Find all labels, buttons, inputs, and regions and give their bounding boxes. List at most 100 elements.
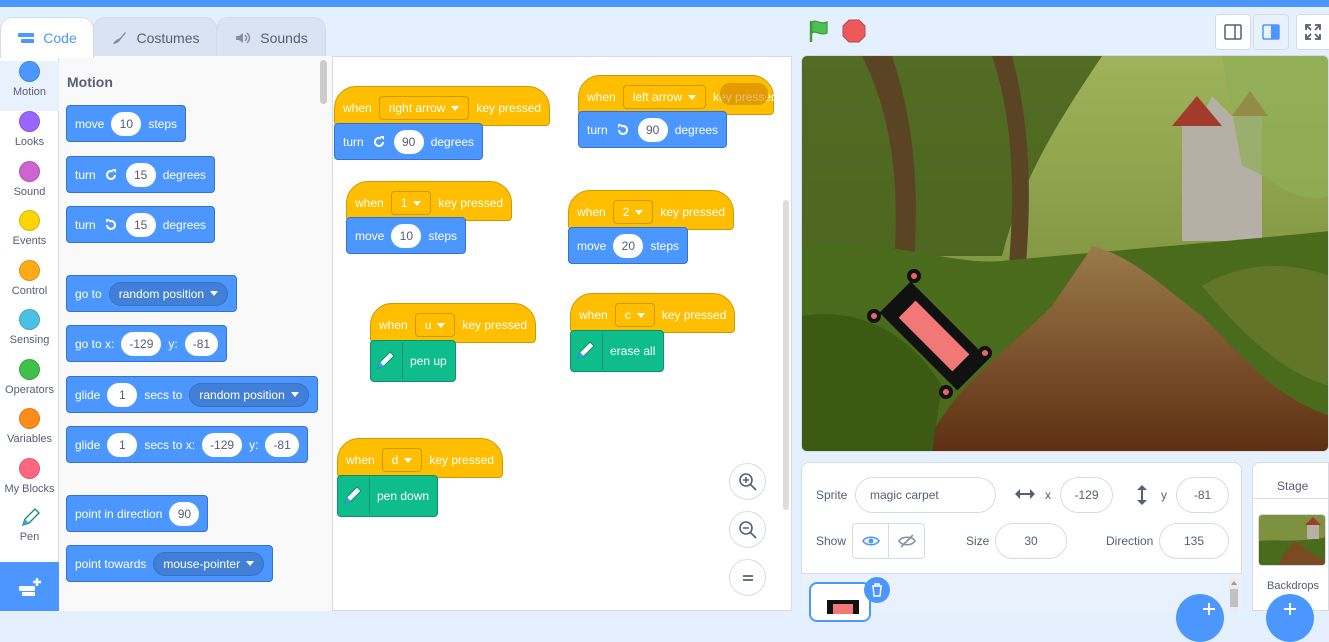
key-dropdown[interactable]: d: [381, 448, 423, 472]
y-input[interactable]: -81: [265, 432, 299, 457]
category-motion[interactable]: Motion: [0, 61, 59, 111]
dropdown-value: 2: [622, 205, 630, 219]
key-dropdown[interactable]: c: [614, 303, 655, 327]
key-dropdown[interactable]: 2: [612, 200, 654, 224]
category-pen[interactable]: Pen: [0, 507, 59, 557]
go-to-xy-block[interactable]: go to x: -129 y: -81: [66, 325, 228, 362]
key-dropdown[interactable]: 1: [390, 191, 432, 215]
point-in-direction-block[interactable]: point in direction 90: [66, 495, 209, 532]
tab-costumes[interactable]: Costumes: [93, 17, 217, 57]
direction-input[interactable]: 135: [1159, 523, 1229, 559]
rotate-right-icon: [105, 168, 116, 180]
magic-carpet-sprite[interactable]: [862, 266, 1002, 406]
glide-to-block[interactable]: glide 1 secs to random position: [66, 376, 318, 413]
tab-code[interactable]: Code: [0, 17, 94, 58]
scrollbar-thumb[interactable]: [1230, 589, 1238, 607]
x-position-input[interactable]: -129: [1060, 477, 1113, 513]
erase-all-block[interactable]: erase all: [570, 330, 665, 372]
target-dropdown[interactable]: random position: [108, 281, 229, 306]
category-label: Motion: [12, 86, 47, 98]
small-stage-button[interactable]: [1215, 14, 1251, 50]
zoom-in-button[interactable]: [729, 463, 766, 500]
tab-costumes-label: Costumes: [136, 29, 200, 46]
show-sprite-button[interactable]: [852, 523, 889, 559]
sprite-thumbnail[interactable]: [809, 582, 871, 622]
normal-stage-button[interactable]: [1253, 14, 1289, 50]
pen-down-block[interactable]: pen down: [337, 475, 439, 517]
choose-backdrop-button[interactable]: [1266, 594, 1314, 642]
key-dropdown[interactable]: left arrow: [622, 85, 707, 109]
key-dropdown[interactable]: right arrow: [378, 96, 470, 120]
go-to-block[interactable]: go to random position: [66, 275, 238, 312]
y-input[interactable]: -81: [184, 331, 219, 356]
category-variables[interactable]: Variables: [0, 408, 59, 458]
block-text: key pressed: [429, 453, 495, 467]
when-key-pressed-hat[interactable]: when u key pressed: [370, 303, 537, 343]
stop-icon[interactable]: [842, 19, 866, 43]
choose-sprite-button[interactable]: [1176, 594, 1224, 642]
secs-input[interactable]: 1: [107, 432, 138, 457]
size-input[interactable]: 30: [995, 523, 1067, 559]
secs-input[interactable]: 1: [107, 382, 138, 407]
sprite-list-scrollbar[interactable]: [1229, 578, 1239, 611]
degrees-input[interactable]: 90: [637, 117, 668, 142]
block-text: when: [346, 453, 375, 467]
zoom-reset-button[interactable]: [729, 559, 766, 596]
category-label: Looks: [14, 136, 45, 148]
target-dropdown[interactable]: mouse-pointer: [153, 551, 265, 576]
category-looks[interactable]: Looks: [0, 111, 59, 161]
when-key-pressed-hat[interactable]: when d key pressed: [337, 438, 504, 478]
when-key-pressed-hat[interactable]: when 2 key pressed: [568, 190, 735, 230]
degrees-input[interactable]: 90: [393, 129, 424, 154]
category-events[interactable]: Events: [0, 210, 59, 260]
steps-input[interactable]: 10: [111, 111, 142, 136]
stage-canvas[interactable]: [801, 55, 1329, 452]
fullscreen-button[interactable]: [1296, 14, 1329, 50]
block-text: degrees: [430, 134, 475, 149]
workspace-scrollbar[interactable]: [783, 200, 789, 510]
hide-sprite-button[interactable]: [888, 523, 925, 559]
pen-up-block[interactable]: pen up: [370, 340, 456, 382]
green-flag-icon[interactable]: [806, 18, 832, 44]
key-dropdown[interactable]: u: [414, 313, 456, 337]
turn-right-block[interactable]: turn 90 degrees: [334, 123, 484, 160]
when-key-pressed-hat[interactable]: when c key pressed: [570, 293, 736, 333]
block-text: steps: [650, 238, 680, 253]
palette-scrollbar[interactable]: [320, 60, 327, 104]
turn-left-block[interactable]: turn 90 degrees: [578, 111, 728, 148]
turn-left-block[interactable]: turn 15 degrees: [66, 206, 216, 243]
move-steps-block[interactable]: move 10 steps: [346, 217, 467, 254]
glide-to-xy-block[interactable]: glide 1 secs to x: -129 y: -81: [66, 426, 308, 463]
turn-right-block[interactable]: turn 15 degrees: [66, 156, 216, 193]
move-steps-block[interactable]: move 20 steps: [568, 227, 689, 264]
block-text: when: [577, 205, 606, 219]
when-key-pressed-hat[interactable]: when 1 key pressed: [346, 181, 513, 221]
when-key-pressed-hat[interactable]: when right arrow key pressed: [334, 86, 551, 126]
point-towards-block[interactable]: point towards mouse-pointer: [66, 545, 274, 582]
category-control[interactable]: Control: [0, 260, 59, 310]
steps-input[interactable]: 10: [391, 223, 422, 248]
x-input[interactable]: -129: [202, 432, 243, 457]
pen-icon: [571, 333, 603, 369]
category-sound[interactable]: Sound: [0, 161, 59, 211]
block-text: secs to x:: [144, 437, 196, 452]
move-steps-block[interactable]: move 10 steps: [66, 105, 187, 142]
y-position-input[interactable]: -81: [1176, 477, 1229, 513]
category-my-blocks[interactable]: My Blocks: [0, 458, 59, 508]
tab-sounds[interactable]: Sounds: [216, 17, 326, 57]
block-text: key pressed: [660, 205, 726, 219]
zoom-out-button[interactable]: [729, 511, 766, 548]
category-operators[interactable]: Operators: [0, 359, 59, 409]
backdrop-thumbnail[interactable]: [1258, 514, 1326, 566]
degrees-input[interactable]: 15: [125, 212, 156, 237]
delete-sprite-button[interactable]: [864, 577, 890, 603]
sprite-name-input[interactable]: magic carpet: [855, 477, 996, 513]
target-dropdown[interactable]: random position: [189, 382, 309, 407]
category-sensing[interactable]: Sensing: [0, 309, 59, 359]
steps-input[interactable]: 20: [613, 233, 644, 258]
pen-icon: [371, 343, 403, 379]
direction-input[interactable]: 90: [169, 501, 200, 526]
degrees-input[interactable]: 15: [125, 162, 156, 187]
x-input[interactable]: -129: [121, 331, 162, 356]
add-extension-button[interactable]: [0, 562, 59, 611]
